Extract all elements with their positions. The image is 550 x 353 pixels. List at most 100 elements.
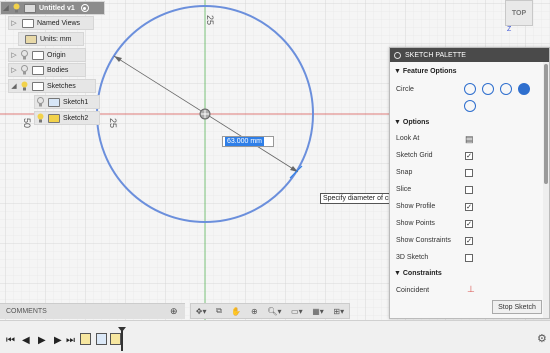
lightbulb-icon[interactable] <box>35 112 45 124</box>
palette-header[interactable]: SKETCH PALETTE <box>390 48 549 62</box>
timeline-sketch2[interactable] <box>96 333 107 345</box>
lightbulb-icon[interactable] <box>11 2 21 14</box>
section-label: Options <box>402 119 430 126</box>
option-checkbox[interactable]: ✓ <box>465 152 473 160</box>
section-label: Feature Options <box>402 68 457 75</box>
option-checkbox[interactable] <box>465 169 473 177</box>
step-back-icon[interactable]: ◀ <box>22 335 30 346</box>
option-checkbox[interactable]: ✓ <box>465 237 473 245</box>
option-label: Show Points <box>396 220 435 227</box>
inscribed-circle-icon[interactable] <box>464 100 476 112</box>
browser-item-sketches[interactable]: ◢ Sketches <box>8 79 96 93</box>
expand-arrow-icon[interactable]: ▷ <box>9 19 19 27</box>
browser-item-label: Sketch1 <box>63 98 89 106</box>
viewcube[interactable]: TOP <box>505 0 533 26</box>
orbit-icon[interactable]: ✥▾ <box>196 307 207 316</box>
palette-title: SKETCH PALETTE <box>405 51 466 59</box>
look-at-icon[interactable]: ▤ <box>465 134 474 145</box>
browser-item-label: Bodies <box>47 66 69 74</box>
coincident-icon[interactable]: ⊥ <box>467 284 475 295</box>
coincident-label: Coincident <box>396 287 430 294</box>
folder-icon <box>22 18 34 28</box>
grid-settings-icon[interactable]: ▦▾ <box>312 307 324 316</box>
go-to-end-icon[interactable]: ⏭ <box>66 335 75 346</box>
two-point-circle-icon[interactable] <box>482 83 494 95</box>
section-constraints[interactable]: ▼ Constraints <box>394 270 442 277</box>
gear-icon[interactable]: ⚙ <box>537 332 547 345</box>
sketch-canvas[interactable]: 25 50 25 63.000 mm Specify diameter of c… <box>0 0 550 320</box>
sketch-icon <box>48 97 60 107</box>
section-feature-options[interactable]: ▼ Feature Options <box>394 68 457 75</box>
comments-bar[interactable]: COMMENTS ⊕ <box>0 303 185 319</box>
browser-item-label: Named Views <box>37 19 81 27</box>
option-label: Sketch Grid <box>396 152 433 159</box>
timeline: ⏮ ◀ ▶ ▶ ⏭ ⚙ <box>0 320 550 353</box>
browser-item-label: Origin <box>47 51 66 59</box>
option-checkbox[interactable]: ✓ <box>465 203 473 211</box>
option-label: Show Profile <box>396 203 436 210</box>
dim-label-left-25: 25 <box>108 117 119 129</box>
activate-radio-icon[interactable] <box>80 4 89 12</box>
browser-item-sketch2[interactable]: Sketch2 <box>34 111 100 125</box>
zoom-icon[interactable]: 🔍︎▾ <box>267 307 281 316</box>
option-label: Slice <box>396 186 412 193</box>
section-label: Constraints <box>402 270 442 277</box>
diameter-value[interactable]: 63.000 mm <box>225 137 265 146</box>
option-checkbox[interactable] <box>465 186 473 194</box>
option-checkbox[interactable] <box>465 254 473 262</box>
stop-sketch-button[interactable]: Stop Sketch <box>492 300 542 314</box>
collapse-arrow-icon[interactable]: ◢ <box>9 82 19 90</box>
viewcube-face[interactable]: TOP <box>512 10 526 17</box>
browser-item-origin[interactable]: ▷ Origin <box>8 48 86 62</box>
browser-item-sketch1[interactable]: Sketch1 <box>34 95 100 109</box>
zoom-window-icon[interactable]: ⊕ <box>251 307 258 316</box>
expand-arrow-icon[interactable]: ▷ <box>9 66 19 74</box>
document-icon <box>24 3 36 13</box>
browser-doc-row[interactable]: ◢ Untitled v1 <box>0 1 105 15</box>
circle-label: Circle <box>396 86 414 93</box>
folder-icon <box>32 81 44 91</box>
section-options[interactable]: ▼ Options <box>394 119 429 126</box>
three-point-circle-icon[interactable] <box>500 83 512 95</box>
units-icon <box>25 34 37 44</box>
browser-item-label: Sketches <box>47 82 76 90</box>
palette-close-icon[interactable] <box>394 51 401 59</box>
expand-arrow-icon[interactable]: ▷ <box>9 51 19 59</box>
pan-icon[interactable]: ✋ <box>231 307 241 316</box>
folder-icon <box>32 50 44 60</box>
diameter-input[interactable]: 63.000 mm <box>222 136 274 147</box>
timeline-marker[interactable] <box>118 327 126 351</box>
option-checkbox[interactable]: ✓ <box>465 220 473 228</box>
option-label: Show Constraints <box>396 237 451 244</box>
collapse-arrow-icon[interactable]: ◢ <box>1 4 11 12</box>
comments-label: COMMENTS <box>6 308 47 315</box>
go-to-start-icon[interactable]: ⏮ <box>6 335 15 346</box>
lightbulb-icon[interactable] <box>19 80 29 92</box>
option-label: Look At <box>396 135 420 142</box>
axis-z-label: Z <box>507 26 512 33</box>
sketch-icon <box>48 113 60 123</box>
lightbulb-icon[interactable] <box>19 49 29 61</box>
step-forward-icon[interactable]: ▶ <box>54 335 62 346</box>
viewports-icon[interactable]: ⊞▾ <box>333 307 344 316</box>
tangent-circle-icon[interactable] <box>518 83 530 95</box>
lightbulb-icon[interactable] <box>35 96 45 108</box>
timeline-sketch3[interactable] <box>110 333 121 345</box>
add-comment-icon[interactable]: ⊕ <box>170 306 178 317</box>
look-at-icon[interactable]: ⧉ <box>216 306 222 316</box>
dim-label-left-50: 50 <box>22 117 33 129</box>
lightbulb-icon[interactable] <box>19 64 29 76</box>
browser-item-bodies[interactable]: ▷ Bodies <box>8 63 86 77</box>
navigation-toolbar: ✥▾ ⧉ ✋ ⊕ 🔍︎▾ ▭▾ ▦▾ ⊞▾ <box>190 303 350 319</box>
timeline-sketch1[interactable] <box>80 333 91 345</box>
center-diameter-circle-icon[interactable] <box>464 83 476 95</box>
display-settings-icon[interactable]: ▭▾ <box>291 307 303 316</box>
browser-item-named-views[interactable]: ▷ Named Views <box>8 16 94 30</box>
browser-item-units[interactable]: Units: mm <box>18 32 84 46</box>
play-icon[interactable]: ▶ <box>38 335 46 346</box>
option-label: 3D Sketch <box>396 254 429 261</box>
sketch-palette: SKETCH PALETTE ▼ Feature Options Circle … <box>389 47 550 319</box>
browser-item-label: Sketch2 <box>63 114 89 122</box>
palette-scrollbar[interactable] <box>543 62 549 318</box>
folder-icon <box>32 65 44 75</box>
